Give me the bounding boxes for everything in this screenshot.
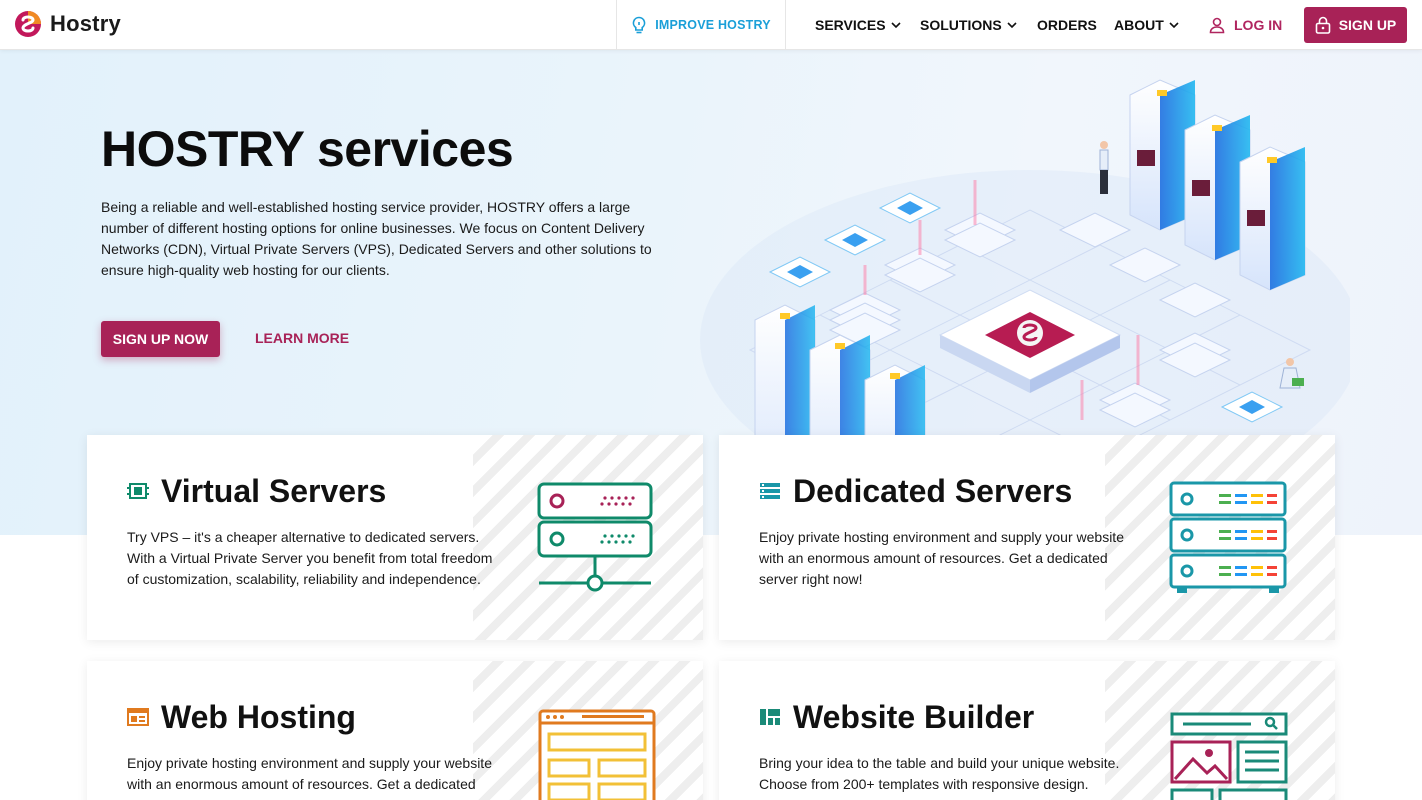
- improve-hostry-link[interactable]: IMPROVE HOSTRY: [616, 0, 786, 50]
- dedicated-server-illustration: [1169, 481, 1287, 593]
- login-link[interactable]: LOG IN: [1208, 0, 1282, 50]
- site-header: Hostry IMPROVE HOSTRY SERVICES SOLUTIONS…: [0, 0, 1422, 50]
- login-label: LOG IN: [1234, 17, 1283, 33]
- card-web-hosting[interactable]: Web Hosting Enjoy private hosting enviro…: [87, 661, 703, 800]
- website-builder-illustration: [1170, 712, 1288, 800]
- card-title: Dedicated Servers: [793, 473, 1073, 509]
- person-figure: [1099, 141, 1109, 194]
- card-dedicated-servers[interactable]: Dedicated Servers Enjoy private hosting …: [719, 435, 1335, 640]
- nav-orders-label: ORDERS: [1037, 17, 1097, 33]
- lock-icon: [1315, 16, 1331, 34]
- signup-label: SIGN UP: [1338, 17, 1397, 33]
- card-description: Try VPS – it's a cheaper alternative to …: [127, 529, 493, 587]
- chevron-down-icon: [890, 22, 901, 29]
- browser-icon: [127, 708, 149, 726]
- nav-solutions[interactable]: SOLUTIONS: [920, 0, 1018, 50]
- site-logo[interactable]: Hostry: [14, 10, 121, 38]
- card-title: Virtual Servers: [161, 473, 387, 509]
- nav-about-label: ABOUT: [1114, 17, 1164, 33]
- layout-icon: [760, 709, 780, 725]
- improve-hostry-label: IMPROVE HOSTRY: [655, 18, 771, 32]
- nav-solutions-label: SOLUTIONS: [920, 17, 1002, 33]
- nav-about[interactable]: ABOUT: [1114, 0, 1180, 50]
- card-description: Bring your idea to the table and build y…: [759, 755, 1120, 792]
- chevron-down-icon: [1007, 22, 1017, 29]
- lightbulb-icon: [632, 16, 646, 34]
- card-title: Web Hosting: [161, 699, 356, 735]
- learn-more-link[interactable]: LEARN MORE: [255, 330, 349, 346]
- hero-description: Being a reliable and well-established ho…: [101, 199, 652, 278]
- card-virtual-servers[interactable]: Virtual Servers Try VPS – it's a cheaper…: [87, 435, 703, 640]
- logo-icon: [15, 11, 41, 37]
- nav-services-label: SERVICES: [815, 17, 886, 33]
- chip-icon: [127, 483, 149, 499]
- logo-text: Hostry: [50, 11, 121, 36]
- card-description: Enjoy private hosting environment and su…: [127, 755, 492, 800]
- nav-services[interactable]: SERVICES: [815, 0, 902, 50]
- card-website-builder[interactable]: Website Builder Bring your idea to the t…: [719, 661, 1335, 800]
- card-description: Enjoy private hosting environment and su…: [759, 529, 1124, 587]
- server-list-icon: [760, 483, 780, 499]
- vps-server-illustration: [537, 482, 653, 592]
- card-title: Website Builder: [793, 699, 1035, 735]
- user-icon: [1209, 17, 1225, 34]
- hero-title: HOSTRY services: [101, 121, 514, 177]
- chevron-down-icon: [1169, 22, 1179, 29]
- signup-now-button[interactable]: SIGN UP NOW: [101, 321, 220, 357]
- nav-orders[interactable]: ORDERS: [1037, 0, 1097, 50]
- signup-button[interactable]: SIGN UP: [1304, 7, 1407, 43]
- web-hosting-illustration: [538, 709, 656, 800]
